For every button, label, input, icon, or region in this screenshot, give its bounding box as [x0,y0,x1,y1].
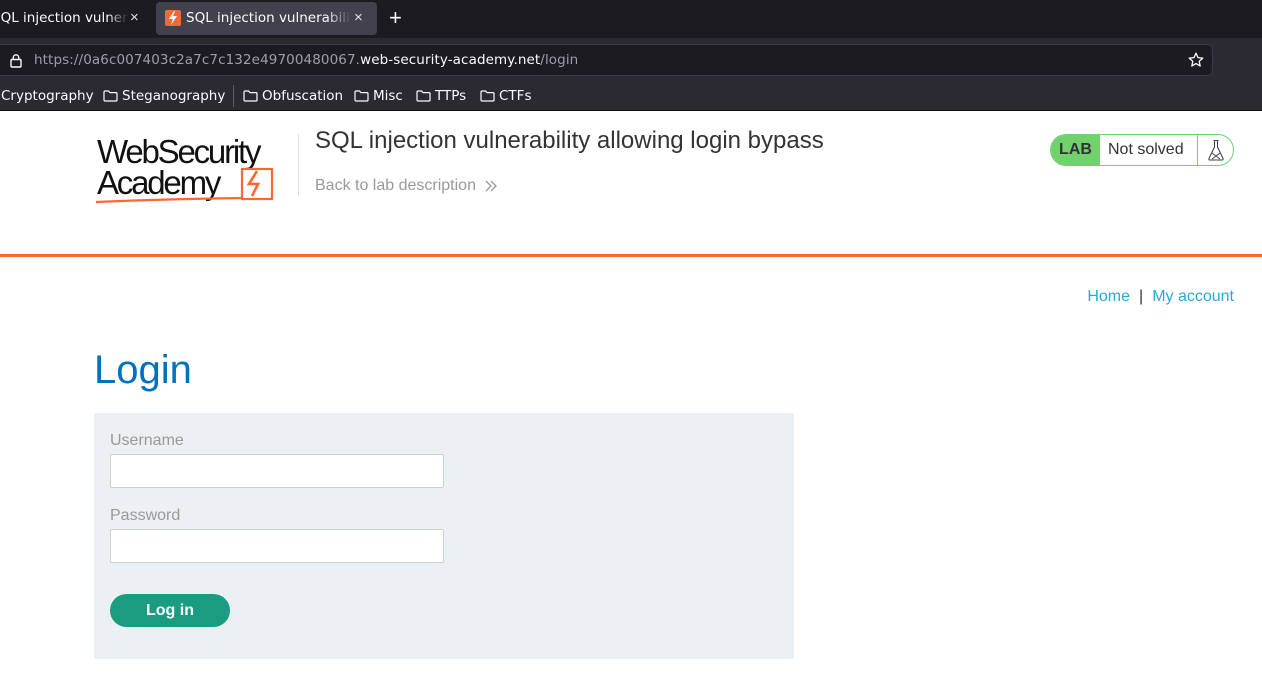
lab-tag: LAB [1051,135,1100,165]
lightning-icon [246,170,261,197]
folder-icon [480,90,495,102]
lock-icon [10,54,22,68]
folder-icon [103,90,118,102]
page-title: Login [94,348,192,392]
nav-separator: | [1139,288,1144,305]
tab-title: SQL injection vulnerability allowing log… [186,10,351,26]
username-input[interactable] [110,454,444,488]
folder-icon [354,90,369,102]
double-chevron-right-icon [485,180,497,192]
home-link[interactable]: Home [1087,288,1130,306]
close-icon[interactable]: × [130,9,139,26]
lightning-icon [165,10,181,26]
login-button[interactable]: Log in [110,594,230,627]
bookmark-label: TTPs [435,88,467,104]
browser-tab-bar: SQL injection vulnerability allowing log… [0,0,1262,38]
bookmark-label: CTFs [499,88,532,104]
lab-title: SQL injection vulnerability allowing log… [315,127,824,154]
login-form: Username Password Log in [94,413,794,659]
folder-icon [416,90,431,102]
my-account-link[interactable]: My account [1152,288,1234,306]
bookmark-folder-ttps[interactable]: TTPs [416,88,466,104]
bookmark-label: Misc [373,88,403,104]
bookmark-label: Steganography [122,88,226,104]
address-bar[interactable]: https://0a6c007403c2a7c7c132e49700480067… [0,44,1213,76]
bookmark-cryptography[interactable]: Cryptography [1,88,94,104]
account-nav: Home | My account [1087,288,1234,306]
back-to-lab-link[interactable]: Back to lab description [315,177,498,195]
bookmark-label: Cryptography [1,88,94,104]
logo-line2: Academy [97,164,222,201]
bookmark-label: Obfuscation [262,88,344,104]
browser-tab[interactable]: SQL injection vulnerability allowing log… [0,0,150,36]
lab-status: Not solved [1100,135,1198,165]
bookmark-separator [233,85,234,107]
close-icon[interactable]: × [354,9,363,26]
password-label: Password [110,507,181,524]
back-link-label: Back to lab description [315,177,476,194]
new-tab-button[interactable]: + [389,6,402,30]
header-rule [0,254,1262,257]
bookmarks-bar: Cryptography Steganography Obfuscation M… [0,82,1262,111]
bookmark-folder-obfuscation[interactable]: Obfuscation [243,88,343,104]
browser-tab-active[interactable]: SQL injection vulnerability allowing log… [156,2,377,35]
tab-title: SQL injection vulnerability allowing log… [0,10,128,26]
web-page: WebSecurity Academy SQL injection vulner… [0,112,1262,697]
web-security-academy-logo[interactable]: WebSecurity Academy [95,132,295,206]
password-input[interactable] [110,529,444,563]
bookmark-folder-misc[interactable]: Misc [354,88,403,104]
header-divider [298,134,299,196]
url-host: web-security-academy.net [360,52,541,68]
bookmark-folder-ctfs[interactable]: CTFs [480,88,531,104]
star-icon[interactable] [1188,52,1204,68]
bookmark-folder-steganography[interactable]: Steganography [103,88,225,104]
url-path: /login [540,52,579,68]
browser-nav-bar: https://0a6c007403c2a7c7c132e49700480067… [0,38,1262,82]
folder-icon [243,90,258,102]
lab-status-badge: LAB Not solved [1050,134,1234,166]
url-text: https://0a6c007403c2a7c7c132e49700480067… [34,52,578,68]
flask-icon [1198,135,1233,165]
username-label: Username [110,432,184,449]
url-prefix: https://0a6c007403c2a7c7c132e49700480067… [34,52,361,68]
